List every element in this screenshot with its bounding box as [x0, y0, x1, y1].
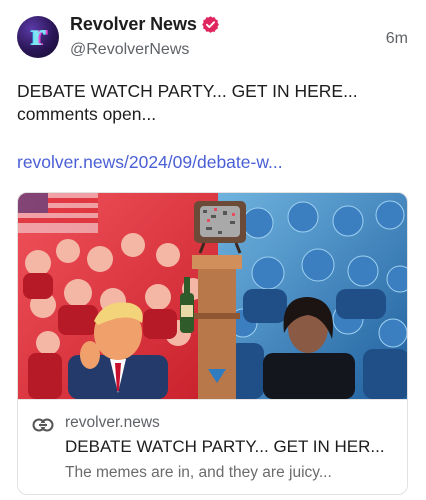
post-link[interactable]: revolver.news/2024/09/debate-w...	[17, 152, 283, 173]
post-text-line: comments open...	[17, 104, 157, 124]
author-handle[interactable]: @RevolverNews	[70, 41, 189, 59]
avatar[interactable]: r	[17, 16, 59, 58]
link-icon	[32, 418, 54, 432]
card-preview-image	[18, 193, 407, 399]
verified-badge-icon	[201, 16, 219, 33]
post-timestamp[interactable]: 6m	[386, 30, 408, 48]
avatar-logo: r	[30, 18, 46, 52]
card-title: DEBATE WATCH PARTY... GET IN HER...	[65, 437, 385, 456]
author-name-row: Revolver News	[70, 14, 220, 35]
link-preview-card[interactable]: revolver.news DEBATE WATCH PARTY... GET …	[17, 192, 408, 495]
card-footer: revolver.news DEBATE WATCH PARTY... GET …	[18, 399, 407, 494]
post-text-line: DEBATE WATCH PARTY... GET IN HERE...	[17, 81, 358, 101]
author-display-name[interactable]: Revolver News	[70, 14, 197, 35]
card-description: The memes are in, and they are juicy...	[65, 464, 332, 481]
post-text: DEBATE WATCH PARTY... GET IN HERE... com…	[17, 80, 407, 126]
post: r Revolver News @RevolverNews 6m DEBATE …	[0, 0, 426, 500]
card-domain: revolver.news	[65, 414, 160, 431]
